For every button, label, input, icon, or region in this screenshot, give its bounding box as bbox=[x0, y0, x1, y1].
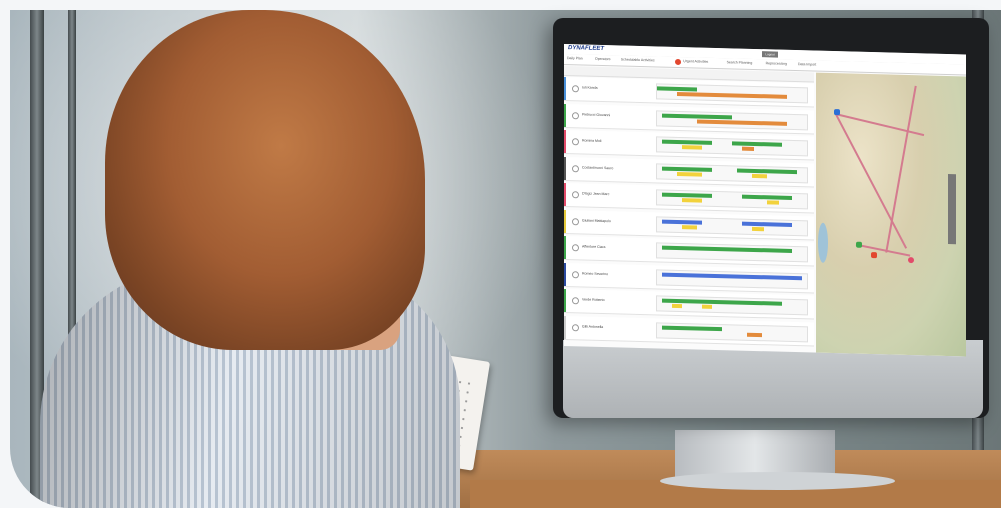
row-select-radio[interactable] bbox=[572, 164, 579, 172]
schedule-track[interactable] bbox=[656, 321, 808, 342]
row-select-radio[interactable] bbox=[572, 297, 579, 305]
activity-bar[interactable] bbox=[677, 171, 702, 177]
tab-reprocessing[interactable]: Reprocessing bbox=[766, 61, 787, 66]
activity-bar[interactable] bbox=[662, 166, 712, 172]
row-select-radio[interactable] bbox=[572, 244, 579, 252]
operator-name: Romina Moli bbox=[582, 138, 602, 143]
row-color-stripe bbox=[564, 77, 566, 101]
row-color-stripe bbox=[564, 262, 566, 286]
monitor-stand-foot bbox=[660, 472, 895, 490]
schedule-track[interactable] bbox=[656, 189, 808, 210]
row-color-stripe bbox=[564, 209, 566, 233]
activity-bar[interactable] bbox=[662, 325, 722, 331]
activity-bar[interactable] bbox=[732, 141, 782, 147]
row-color-stripe bbox=[564, 236, 566, 260]
map-pin-icon[interactable] bbox=[871, 252, 877, 259]
row-color-stripe bbox=[564, 289, 566, 313]
tab-data-import[interactable]: Data Import bbox=[798, 62, 816, 66]
activity-bar[interactable] bbox=[682, 198, 702, 203]
route-map[interactable] bbox=[816, 72, 966, 357]
operator-row[interactable]: D'Egiz Jean Marc bbox=[564, 183, 814, 214]
operator-row[interactable]: Ioli Kanda bbox=[564, 77, 814, 108]
activity-bar[interactable] bbox=[662, 139, 712, 145]
activity-bar[interactable] bbox=[672, 303, 682, 309]
map-route bbox=[885, 85, 917, 253]
operator-name: Costantinucci Sauro bbox=[582, 164, 614, 170]
activity-bar[interactable] bbox=[677, 91, 787, 99]
operator-name: Ioli Kanda bbox=[582, 85, 598, 90]
operator-name: Romeo Severino bbox=[582, 270, 609, 276]
activity-bar[interactable] bbox=[752, 226, 764, 231]
activity-bar[interactable] bbox=[682, 145, 702, 150]
row-select-radio[interactable] bbox=[572, 217, 579, 225]
row-color-stripe bbox=[564, 315, 566, 339]
row-color-stripe bbox=[564, 183, 566, 207]
activity-bar[interactable] bbox=[742, 194, 792, 200]
tab-daily-plan[interactable]: Daily Plan bbox=[567, 56, 583, 60]
operator-row[interactable]: Gilli Antonella bbox=[564, 315, 814, 347]
map-route bbox=[835, 113, 908, 249]
operator-row[interactable]: Verde Roberto bbox=[564, 289, 814, 320]
map-side-toolbar[interactable] bbox=[948, 174, 956, 245]
map-pin-icon[interactable] bbox=[834, 109, 840, 116]
app-logo: DYNAFLEET bbox=[568, 45, 604, 53]
woman-hair bbox=[105, 10, 425, 350]
operator-name: Giuliani Mattiapolo bbox=[582, 217, 611, 223]
schedule-track[interactable] bbox=[656, 109, 808, 130]
schedule-track[interactable] bbox=[656, 268, 808, 289]
activity-bar[interactable] bbox=[662, 272, 802, 280]
row-select-radio[interactable] bbox=[572, 191, 579, 199]
schedule-track[interactable] bbox=[656, 83, 808, 104]
activity-bar[interactable] bbox=[662, 219, 702, 225]
operator-name: D'Egiz Jean Marc bbox=[582, 191, 610, 197]
row-select-radio[interactable] bbox=[572, 111, 579, 119]
activity-bar[interactable] bbox=[662, 192, 712, 198]
activity-bar[interactable] bbox=[662, 245, 792, 253]
logout-button[interactable]: Logout bbox=[762, 51, 778, 58]
operator-name: Affentore Ciara bbox=[582, 244, 606, 250]
row-select-radio[interactable] bbox=[572, 138, 579, 146]
map-route bbox=[855, 243, 911, 257]
map-pin-icon[interactable] bbox=[908, 257, 914, 264]
activity-bar[interactable] bbox=[767, 200, 779, 205]
schedule-track[interactable] bbox=[656, 242, 808, 263]
activity-bar[interactable] bbox=[697, 118, 787, 126]
schedule-track[interactable] bbox=[656, 215, 808, 236]
tab-urgent-activities[interactable]: Urgent Activities bbox=[683, 59, 708, 64]
operator-name: Pietrucci Giovanni bbox=[582, 111, 611, 117]
operator-rows: Ioli Kanda Pietrucci Giovanni Romina Moli C… bbox=[564, 77, 814, 353]
operator-row[interactable]: Pietrucci Giovanni bbox=[564, 103, 814, 135]
operator-name: Verde Roberto bbox=[582, 297, 605, 303]
operator-row[interactable]: Giuliani Mattiapolo bbox=[564, 209, 814, 241]
row-select-radio[interactable] bbox=[572, 85, 579, 93]
operator-row[interactable]: Romeo Severino bbox=[564, 262, 814, 294]
activity-bar[interactable] bbox=[742, 146, 754, 151]
schedule-track[interactable] bbox=[656, 162, 808, 183]
row-color-stripe bbox=[564, 156, 566, 180]
map-lake bbox=[818, 222, 828, 263]
tab-search-planning[interactable]: Search Planning bbox=[727, 60, 753, 65]
tab-schedulable-activities[interactable]: Schedulable Activities bbox=[621, 57, 655, 62]
activity-bar[interactable] bbox=[682, 224, 697, 229]
tab-operators[interactable]: Operators bbox=[595, 57, 611, 61]
row-color-stripe bbox=[564, 103, 566, 127]
activity-bar[interactable] bbox=[742, 221, 792, 227]
activity-bar[interactable] bbox=[752, 173, 767, 178]
monitor-screen: DYNAFLEET Logout Daily Plan Operators Sche… bbox=[564, 44, 966, 357]
activity-bar[interactable] bbox=[737, 168, 797, 174]
activity-bar[interactable] bbox=[702, 304, 712, 309]
row-select-radio[interactable] bbox=[572, 323, 579, 331]
row-select-radio[interactable] bbox=[572, 270, 579, 278]
map-pin-icon[interactable] bbox=[856, 241, 862, 248]
activity-bar[interactable] bbox=[747, 332, 762, 337]
schedule-track[interactable] bbox=[656, 136, 808, 157]
operator-row[interactable]: Affentore Ciara bbox=[564, 236, 814, 267]
operator-name: Gilli Antonella bbox=[582, 323, 604, 329]
row-color-stripe bbox=[564, 130, 566, 154]
operator-row[interactable]: Costantinucci Sauro bbox=[564, 156, 814, 188]
operator-row[interactable]: Romina Moli bbox=[564, 130, 814, 161]
schedule-track[interactable] bbox=[656, 295, 808, 316]
urgent-badge bbox=[675, 58, 682, 66]
activity-bar[interactable] bbox=[657, 86, 697, 92]
